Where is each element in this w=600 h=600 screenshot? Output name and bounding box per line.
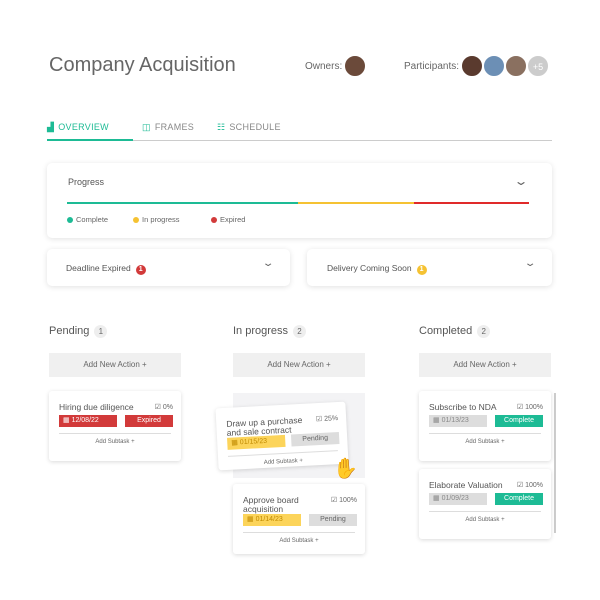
count-badge: 1 <box>94 325 108 338</box>
owner-avatar[interactable] <box>344 55 366 77</box>
participant-avatar[interactable] <box>483 55 505 77</box>
owners-label: Owners: <box>305 61 343 72</box>
checkbox-icon: ☑ <box>154 404 163 411</box>
chevron-down-icon[interactable]: ⌄ <box>513 174 528 188</box>
calendar-icon: ▦ <box>433 417 442 424</box>
frames-icon: ◫ <box>142 122 151 132</box>
due-date[interactable]: ▦ 01/14/23 <box>243 514 301 526</box>
calendar-icon: ▦ <box>247 516 256 523</box>
progress-panel <box>47 163 552 238</box>
due-date[interactable]: ▦ 01/13/23 <box>429 415 487 427</box>
status-badge: Expired <box>125 415 173 427</box>
add-new-action-button[interactable]: Add New Action + <box>419 353 551 377</box>
checkbox-icon: ☑ <box>330 497 340 504</box>
column-header: Pending 1 <box>49 325 108 338</box>
task-card[interactable]: Draw up a purchase and sale contract ☑ 2… <box>215 401 349 471</box>
count-badge: 1 <box>416 265 427 275</box>
legend-expired: Expired <box>211 215 245 224</box>
progress-bar <box>67 202 529 204</box>
due-date[interactable]: ▦ 01/09/23 <box>429 493 487 505</box>
add-subtask-button[interactable]: Add Subtask + <box>59 433 171 445</box>
legend-complete: Complete <box>67 215 108 224</box>
task-card[interactable]: Approve board acquisition ☑ 100% ▦ 01/14… <box>233 484 365 554</box>
column-header: In progress 2 <box>233 325 307 338</box>
more-participants[interactable]: +5 <box>527 55 549 77</box>
participant-avatar[interactable] <box>505 55 527 77</box>
calendar-icon: ▦ <box>63 417 72 424</box>
task-card[interactable]: Subscribe to NDA ☑ 100% ▦ 01/13/23 Compl… <box>419 391 551 461</box>
task-name: Hiring due diligence <box>59 402 134 412</box>
progress-expired-segment <box>413 202 529 204</box>
progress-complete-segment <box>67 202 298 204</box>
task-percent: ☑ 100% <box>516 482 543 489</box>
count-badge: 1 <box>135 265 146 275</box>
task-name: Elaborate Valuation <box>429 480 503 490</box>
chevron-down-icon[interactable]: ⌄ <box>262 258 275 269</box>
add-new-action-button[interactable]: Add New Action + <box>233 353 365 377</box>
status-badge: Pending <box>290 432 340 447</box>
task-name: Approve board acquisition <box>243 495 299 514</box>
calendar-icon: ▦ <box>433 495 442 502</box>
due-date[interactable]: ▦ 01/15/23 <box>227 434 286 450</box>
schedule-icon: ☷ <box>217 122 226 132</box>
task-percent: ☑ 100% <box>330 497 357 504</box>
legend-in-progress: In progress <box>133 215 180 224</box>
progress-inprogress-segment <box>298 202 414 204</box>
calendar-icon: ▦ <box>231 439 241 447</box>
task-percent: ☑ 100% <box>516 404 543 411</box>
due-date[interactable]: ▦ 12/08/22 <box>59 415 117 427</box>
chevron-down-icon[interactable]: ⌄ <box>524 258 537 269</box>
tab-overview[interactable]: ▟ OVERVIEW <box>47 122 109 133</box>
status-badge: Complete <box>495 415 543 427</box>
tab-schedule[interactable]: ☷ SCHEDULE <box>217 122 281 133</box>
scrollbar[interactable] <box>554 393 556 533</box>
column-header: Completed 2 <box>419 325 491 338</box>
participants-label: Participants: <box>404 61 460 72</box>
status-badge: Pending <box>309 514 357 526</box>
progress-title: Progress <box>68 177 105 187</box>
participant-avatar[interactable] <box>461 55 483 77</box>
add-new-action-button[interactable]: Add New Action + <box>49 353 181 377</box>
bar-chart-icon: ▟ <box>47 122 55 132</box>
delivery-soon-label: Delivery Coming Soon 1 <box>327 263 427 275</box>
deadline-expired-label: Deadline Expired 1 <box>66 263 146 275</box>
task-percent: ☑ 25% <box>315 415 339 424</box>
page-title: Company Acquisition <box>49 54 236 76</box>
active-tab-indicator <box>47 139 133 141</box>
checkbox-icon: ☑ <box>516 482 526 489</box>
task-card[interactable]: Hiring due diligence ☑ 0% ▦ 12/08/22 Exp… <box>49 391 181 461</box>
task-name: Subscribe to NDA <box>429 402 497 412</box>
checkbox-icon: ☑ <box>516 404 526 411</box>
tab-frames[interactable]: ◫ FRAMES <box>142 122 194 133</box>
count-badge: 2 <box>293 325 307 338</box>
add-subtask-button[interactable]: Add Subtask + <box>429 511 541 523</box>
grab-cursor-icon: ✋ <box>333 458 358 480</box>
add-subtask-button[interactable]: Add Subtask + <box>243 532 355 544</box>
status-badge: Complete <box>495 493 543 505</box>
task-percent: ☑ 0% <box>154 404 173 411</box>
add-subtask-button[interactable]: Add Subtask + <box>429 433 541 445</box>
task-card[interactable]: Elaborate Valuation ☑ 100% ▦ 01/09/23 Co… <box>419 469 551 539</box>
count-badge: 2 <box>477 325 491 338</box>
